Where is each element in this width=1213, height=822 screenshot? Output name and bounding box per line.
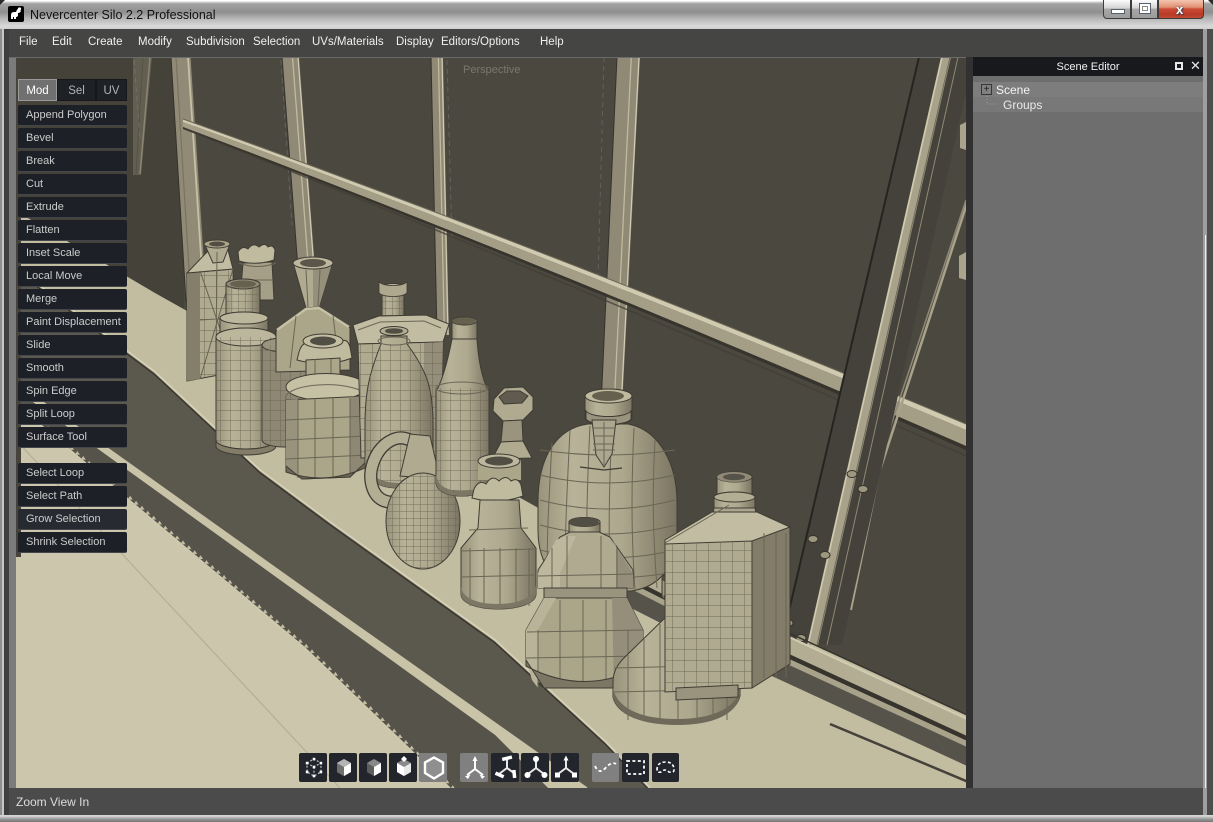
svg-text:Perspective: Perspective	[463, 64, 520, 76]
